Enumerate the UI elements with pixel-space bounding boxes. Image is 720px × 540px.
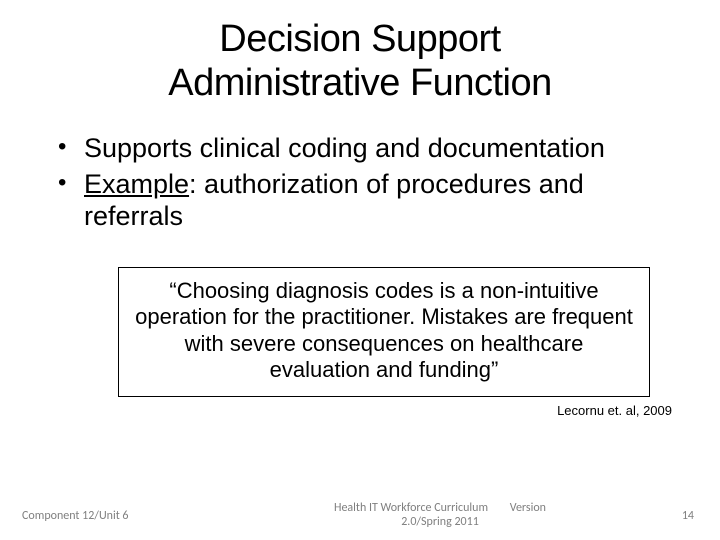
slide: Decision Support Administrative Function… [0, 0, 720, 540]
footer-center-line2: 2.0/Spring 2011 [401, 515, 479, 529]
page-number: 14 [660, 509, 720, 523]
bullet-item-2: Example: authorization of procedures and… [52, 169, 668, 233]
footer-center-line1: Health IT Workforce Curriculum [334, 501, 488, 515]
footer: Component 12/Unit 6 Health IT Workforce … [0, 502, 720, 530]
bullet-item-1: Supports clinical coding and documentati… [52, 133, 668, 165]
citation: Lecornu et. al, 2009 [0, 397, 720, 418]
title-line-2: Administrative Function [168, 62, 551, 104]
bullet-text: Supports clinical coding and documentati… [84, 133, 605, 163]
footer-version-label: Version [510, 501, 546, 515]
example-label: Example [84, 169, 189, 199]
title-line-1: Decision Support [219, 18, 500, 60]
quote-box: “Choosing diagnosis codes is a non-intui… [118, 267, 650, 397]
bullet-list: Supports clinical coding and documentati… [0, 133, 720, 233]
quote-text: “Choosing diagnosis codes is a non-intui… [135, 278, 633, 382]
slide-title: Decision Support Administrative Function [0, 0, 720, 105]
footer-center: Health IT Workforce Curriculum Version 2… [220, 502, 660, 530]
footer-left: Component 12/Unit 6 [0, 509, 220, 523]
